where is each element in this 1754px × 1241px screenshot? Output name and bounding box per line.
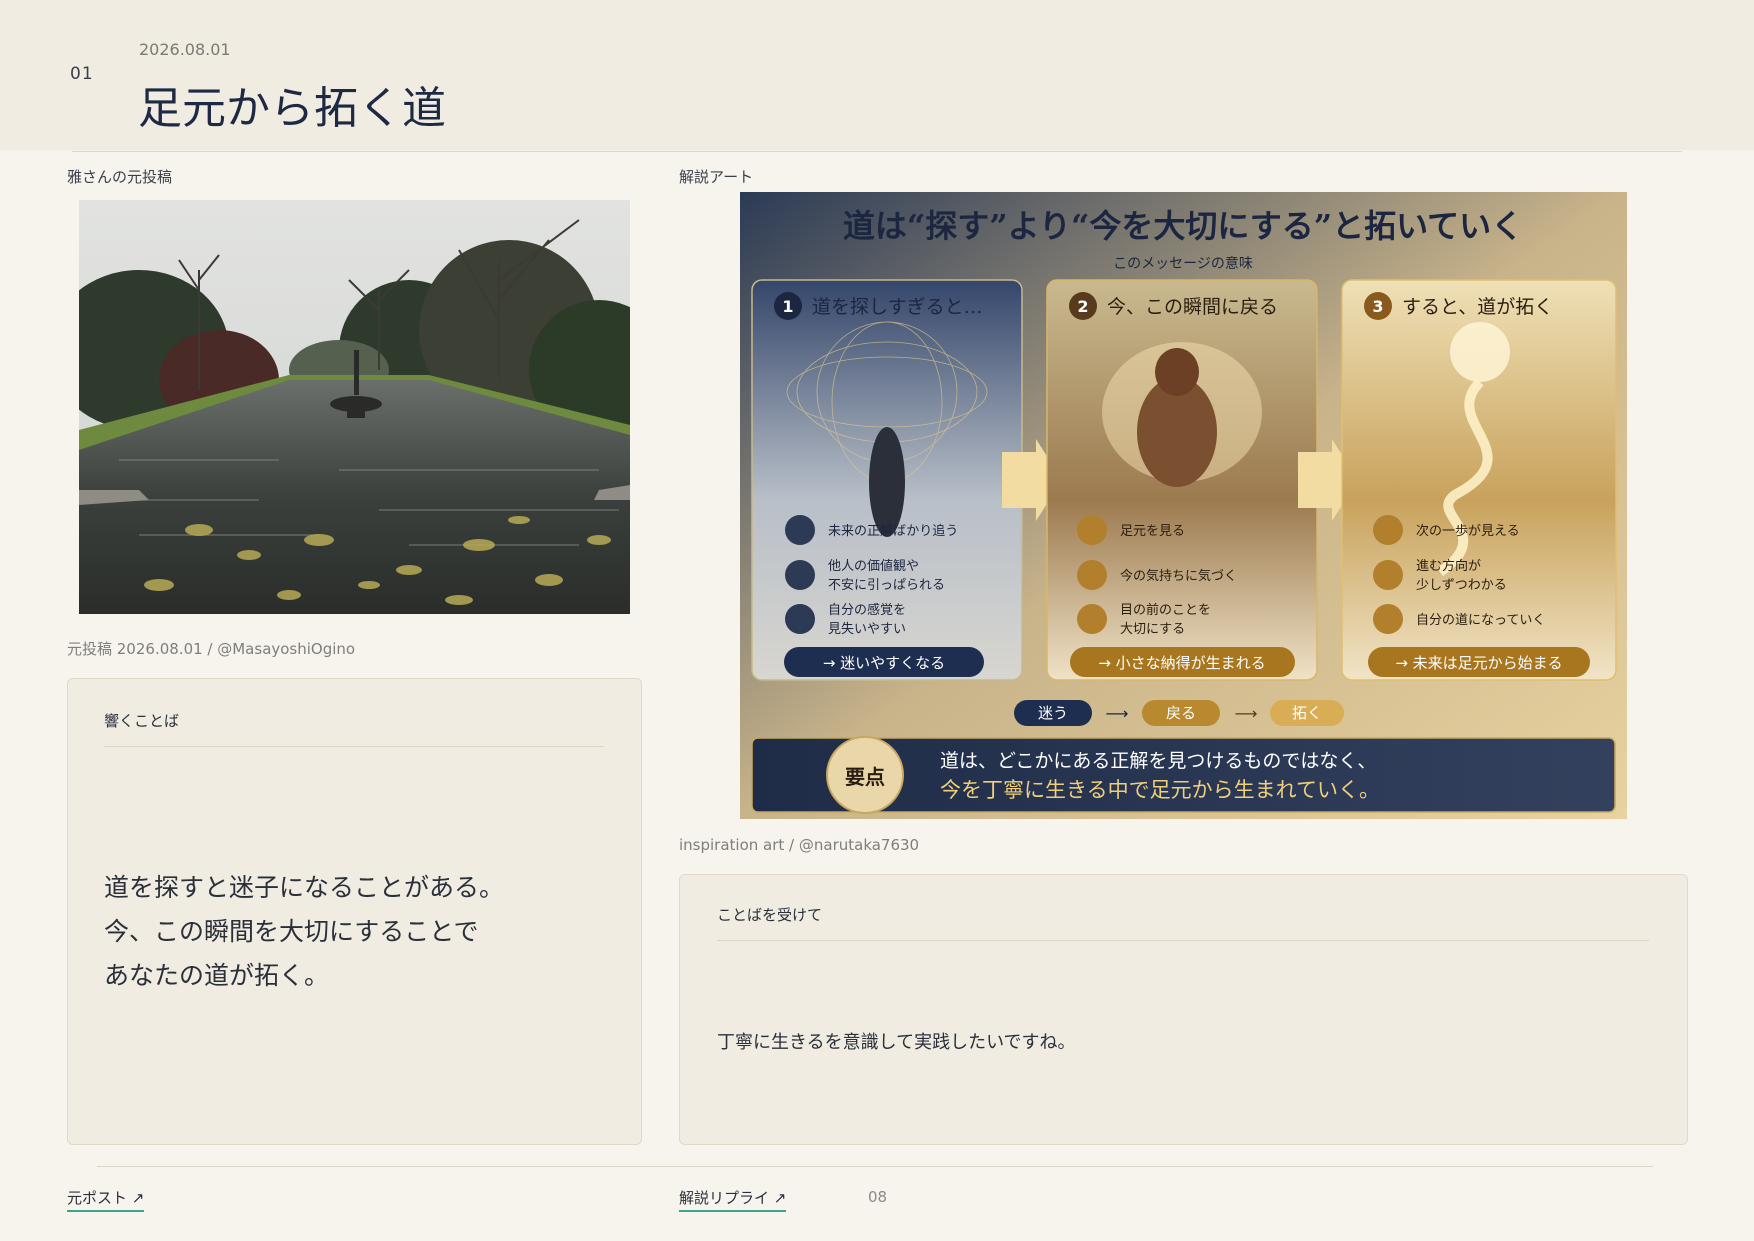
svg-text:3: 3 <box>1372 297 1383 316</box>
quote-card-heading: 響くことば <box>104 712 180 730</box>
svg-text:→ 未来は足元から始まる: → 未来は足元から始まる <box>1395 654 1562 672</box>
art-label: 解説アート <box>679 168 754 186</box>
quote-line: あなたの道が拓く。 <box>104 961 330 990</box>
reply-card-heading: ことばを受けて <box>717 906 823 924</box>
svg-text:⟶: ⟶ <box>1235 704 1258 723</box>
svg-text:1: 1 <box>782 297 793 316</box>
svg-text:すると、道が拓く: すると、道が拓く <box>1402 296 1553 318</box>
page-number: 08 <box>868 1188 888 1206</box>
quote-text: 道を探すと迷子になることがある。 今、この瞬間を大切にすることで あなたの道が拓… <box>104 866 504 998</box>
quote-line: 今、この瞬間を大切にすることで <box>104 917 479 946</box>
svg-text:今、この瞬間に戻る: 今、この瞬間に戻る <box>1107 296 1278 318</box>
svg-text:戻る: 戻る <box>1166 704 1196 722</box>
svg-text:進む方向が: 進む方向が <box>1416 558 1481 574</box>
svg-text:自分の道になっていく: 自分の道になっていく <box>1416 613 1545 628</box>
svg-text:大切にする: 大切にする <box>1120 622 1185 637</box>
original-post-link[interactable]: 元ポスト ↗ <box>67 1187 145 1212</box>
entry-date: 2026.08.01 <box>139 40 231 59</box>
svg-text:目の前のことを: 目の前のことを <box>1120 602 1211 618</box>
art-credit: inspiration art / @narutaka7630 <box>679 836 920 854</box>
art-headline: 道は“探す”より“今を大切にする”と拓いていく <box>843 207 1523 245</box>
svg-text:道を探しすぎると…: 道を探しすぎると… <box>812 296 983 318</box>
svg-text:→ 小さな納得が生まれる: → 小さな納得が生まれる <box>1098 654 1265 672</box>
page-title: 足元から拓く道 <box>138 83 446 134</box>
svg-text:見失いやすい: 見失いやすい <box>828 622 906 637</box>
svg-text:拓く: 拓く <box>1292 704 1322 722</box>
svg-text:→ 迷いやすくなる: → 迷いやすくなる <box>823 654 945 672</box>
explanation-art[interactable]: 道は“探す”より“今を大切にする”と拓いていく このメッセージの意味 1 道を探… <box>740 192 1627 819</box>
quote-card-divider <box>104 746 604 747</box>
svg-text:迷う: 迷う <box>1038 704 1068 722</box>
svg-text:少しずつわかる: 少しずつわかる <box>1416 578 1507 593</box>
quote-line: 道を探すと迷子になることがある。 <box>104 873 505 902</box>
svg-text:未来の正解ばかり追う: 未来の正解ばかり追う <box>828 523 958 539</box>
original-post-photo[interactable] <box>79 200 630 614</box>
svg-text:道は、どこかにある正解を見つけるものではなく、: 道は、どこかにある正解を見つけるものではなく、 <box>940 750 1376 772</box>
svg-text:自分の感覚を: 自分の感覚を <box>828 602 906 618</box>
svg-text:他人の価値観や: 他人の価値観や <box>828 558 919 574</box>
svg-text:2: 2 <box>1077 297 1088 316</box>
original-post-credit: 元投稿 2026.08.01 / @MasayoshiOgino <box>67 640 356 658</box>
svg-text:次の一歩が見える: 次の一歩が見える <box>1416 523 1520 539</box>
footer-divider <box>97 1166 1653 1167</box>
infographic-art: 道は“探す”より“今を大切にする”と拓いていく このメッセージの意味 1 道を探… <box>740 192 1627 819</box>
reply-card-divider <box>717 940 1649 941</box>
svg-text:足元を見る: 足元を見る <box>1120 524 1185 539</box>
explanation-reply-link[interactable]: 解説リプライ ↗ <box>679 1187 787 1212</box>
header-divider <box>72 151 1682 152</box>
svg-text:不安に引っぱられる: 不安に引っぱられる <box>828 578 945 593</box>
page-header: 01 2026.08.01 足元から拓く道 <box>0 0 1754 150</box>
reply-card <box>679 874 1688 1145</box>
entry-number: 01 <box>70 64 94 84</box>
svg-text:⟶: ⟶ <box>1106 704 1129 723</box>
svg-text:今の気持ちに気づく: 今の気持ちに気づく <box>1120 568 1237 584</box>
reply-text: 丁寧に生きるを意識して実践したいですね。 <box>717 1032 1076 1053</box>
svg-text:要点: 要点 <box>845 765 885 789</box>
svg-text:今を丁寧に生きる中で足元から生まれていく。: 今を丁寧に生きる中で足元から生まれていく。 <box>940 778 1380 802</box>
garden-pond-image <box>79 200 630 614</box>
original-post-label: 雅さんの元投稿 <box>67 168 173 186</box>
art-subhead: このメッセージの意味 <box>1113 255 1253 272</box>
